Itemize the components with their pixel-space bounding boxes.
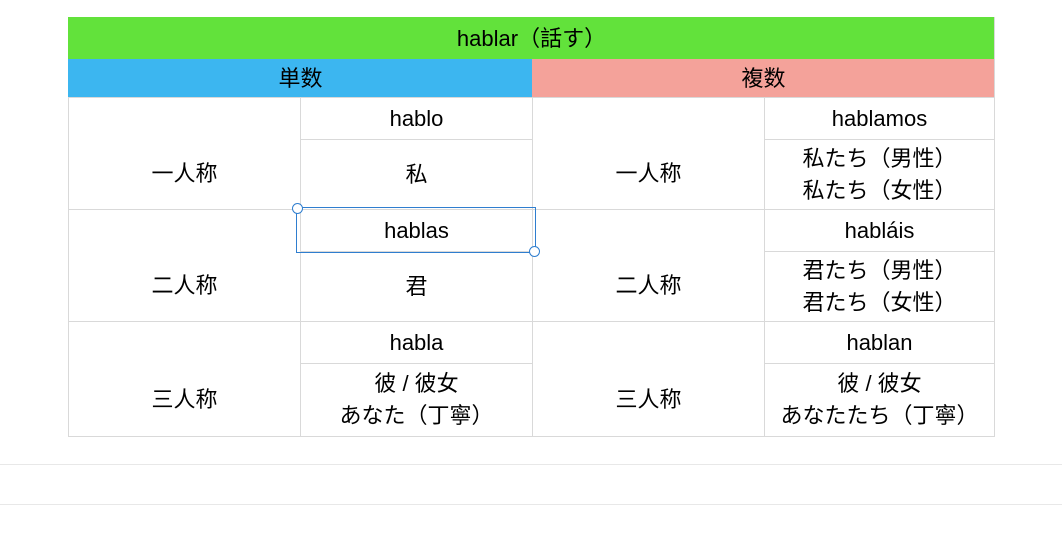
trans-3pl[interactable]: 彼 / 彼女 あなたたち（丁寧） xyxy=(764,363,994,437)
trans-2sg[interactable]: 君 xyxy=(300,251,532,321)
trans-line: あなた（丁寧） xyxy=(339,400,493,432)
trans-line: あなたたち（丁寧） xyxy=(780,400,978,432)
trans-line: 君たち（男性） xyxy=(802,255,956,287)
sheet-gridline xyxy=(0,464,1062,465)
person-label-1-sg: 一人称 xyxy=(68,139,300,209)
person-label-3-pl: 三人称 xyxy=(532,363,764,437)
verb-1sg[interactable]: hablo xyxy=(300,97,532,139)
person-label-2-pl-a xyxy=(532,209,764,251)
spreadsheet-canvas: hablar（話す） 単数 複数 hablo hablamos 一人称 私 一人… xyxy=(0,0,1062,536)
conjugation-table: hablar（話す） 単数 複数 hablo hablamos 一人称 私 一人… xyxy=(68,17,995,437)
trans-line: 私たち（女性） xyxy=(802,175,956,207)
person-label-1-pl: 一人称 xyxy=(532,139,764,209)
trans-line: 君 xyxy=(405,271,427,303)
trans-1sg[interactable]: 私 xyxy=(300,139,532,209)
person-label-3-pl-a xyxy=(532,321,764,363)
header-plural: 複数 xyxy=(532,59,994,97)
sheet-gridline xyxy=(0,504,1062,505)
trans-line: 彼 / 彼女 xyxy=(837,368,921,400)
trans-line: 私 xyxy=(405,159,427,191)
verb-2sg[interactable]: hablas xyxy=(300,209,532,251)
person-label-2-pl: 二人称 xyxy=(532,251,764,321)
person-label-1-sg-a xyxy=(68,97,300,139)
table-title: hablar（話す） xyxy=(68,17,994,59)
person-label-3-sg-a xyxy=(68,321,300,363)
person-label-3-sg: 三人称 xyxy=(68,363,300,437)
verb-2pl[interactable]: habláis xyxy=(764,209,994,251)
header-singular: 単数 xyxy=(68,59,532,97)
verb-3pl[interactable]: hablan xyxy=(764,321,994,363)
person-label-2-sg: 二人称 xyxy=(68,251,300,321)
trans-1pl[interactable]: 私たち（男性） 私たち（女性） xyxy=(764,139,994,209)
trans-3sg[interactable]: 彼 / 彼女 あなた（丁寧） xyxy=(300,363,532,437)
trans-2pl[interactable]: 君たち（男性） 君たち（女性） xyxy=(764,251,994,321)
trans-line: 君たち（女性） xyxy=(802,287,956,319)
verb-3sg[interactable]: habla xyxy=(300,321,532,363)
trans-line: 彼 / 彼女 xyxy=(374,368,458,400)
verb-1pl[interactable]: hablamos xyxy=(764,97,994,139)
trans-line: 私たち（男性） xyxy=(802,143,956,175)
person-label-1-pl-a xyxy=(532,97,764,139)
person-label-2-sg-a xyxy=(68,209,300,251)
